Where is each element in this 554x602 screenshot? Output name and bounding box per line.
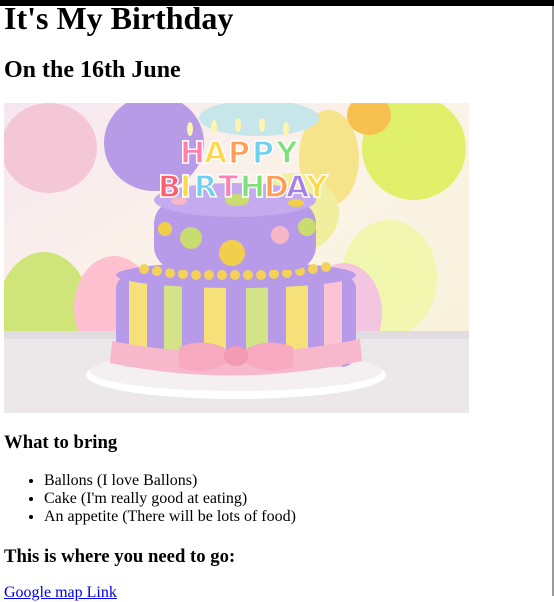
svg-text:A: A	[204, 136, 228, 171]
svg-text:P: P	[252, 136, 274, 171]
google-map-link[interactable]: Google map Link	[4, 584, 117, 602]
svg-text:I: I	[180, 170, 191, 205]
svg-text:R: R	[194, 170, 217, 205]
svg-text:T: T	[218, 170, 239, 205]
svg-text:B: B	[158, 170, 181, 205]
page-title: It's My Birthday	[4, 0, 234, 36]
location-heading: This is where you need to go:	[4, 546, 236, 567]
svg-text:H: H	[240, 170, 265, 205]
list-item: An appetite (There will be lots of food)	[44, 508, 296, 526]
page-subtitle: On the 16th June	[4, 57, 181, 83]
svg-text:Y: Y	[305, 170, 329, 205]
svg-text:P: P	[228, 136, 250, 171]
svg-text:Y: Y	[275, 136, 299, 171]
svg-text:H: H	[180, 136, 205, 171]
list-item: Cake (I'm really good at eating)	[44, 490, 296, 508]
bring-list: Ballons (I love Ballons) Cake (I'm reall…	[4, 472, 296, 526]
what-to-bring-heading: What to bring	[4, 432, 118, 453]
birthday-cake-image: H A P P Y B I R T H D A Y	[4, 103, 469, 413]
list-item: Ballons (I love Ballons)	[44, 472, 296, 490]
